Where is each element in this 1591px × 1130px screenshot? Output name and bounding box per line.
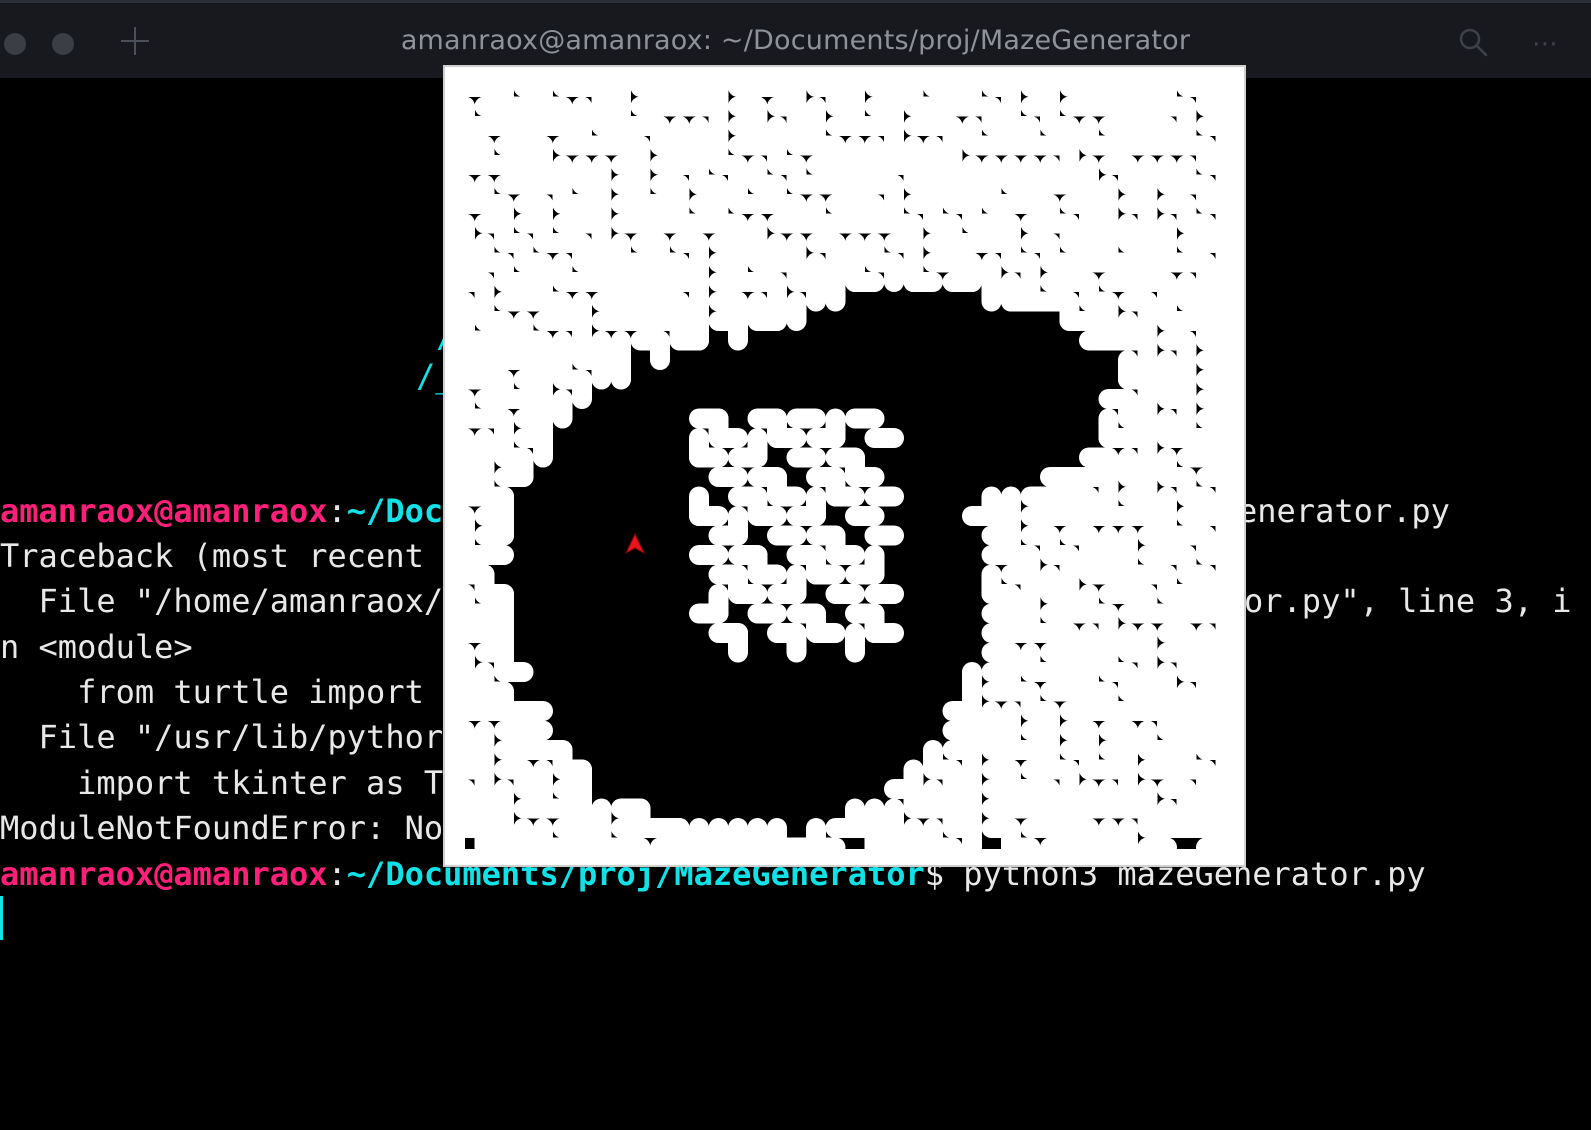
traceback-line: Traceback (most recent <box>0 537 424 575</box>
search-icon[interactable] <box>1458 27 1490 59</box>
more-icon[interactable]: ⋯ <box>1532 29 1558 59</box>
traceback-line: n <module> <box>0 628 193 666</box>
prompt-user: amanraox@amanraox <box>0 492 328 530</box>
command-tail: enerator.py <box>1238 492 1450 530</box>
traceback-line: File "/usr/lib/pythor <box>0 718 444 756</box>
prompt-separator: : <box>327 855 347 893</box>
window-title: amanraox@amanraox: ~/Documents/proj/Maze… <box>400 25 1191 56</box>
prompt-separator: : <box>327 492 347 530</box>
prompt-user: amanraox@amanraox <box>0 855 328 893</box>
prompt-line: amanraox@amanraox:~/Doc <box>0 491 443 531</box>
turtle-graphics-window[interactable] <box>443 65 1246 867</box>
prompt-path: ~/Doc <box>346 492 444 530</box>
traceback-line: File "/home/amanraox/ <box>0 582 444 620</box>
traceback-line: import tkinter as T <box>0 764 444 802</box>
maze-canvas <box>455 77 1236 858</box>
text-cursor <box>0 896 3 940</box>
error-line: ModuleNotFoundError: No <box>0 809 444 847</box>
traceback-line-tail: or.py", line 3, i <box>1244 582 1572 620</box>
traceback-line: from turtle import <box>0 673 424 711</box>
